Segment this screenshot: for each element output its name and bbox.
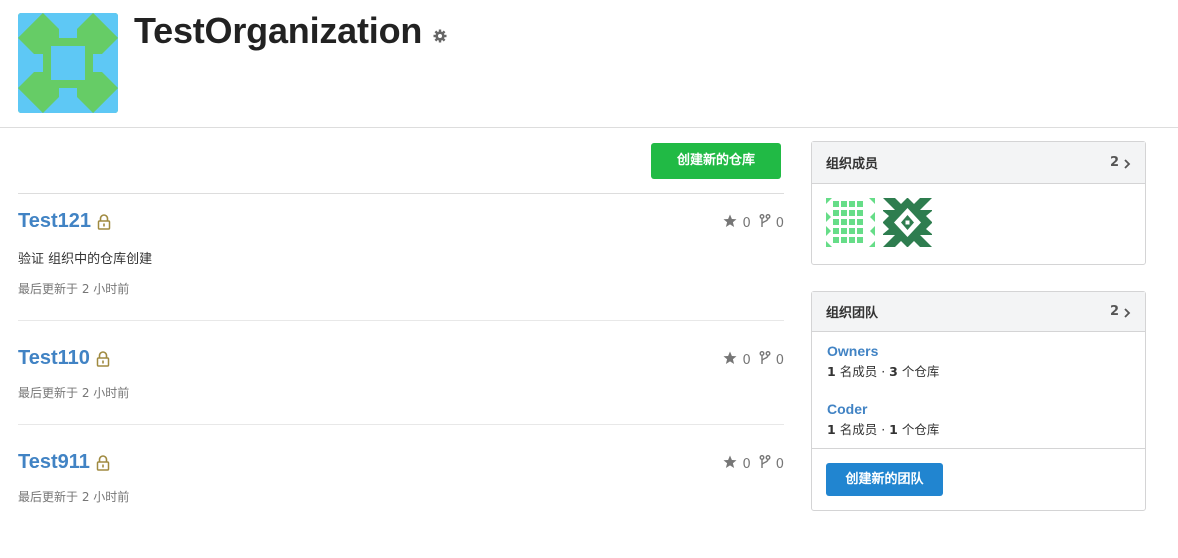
members-count-link[interactable]: 2 [1110, 155, 1131, 170]
star-icon [723, 455, 737, 473]
repo-item: Test911 0 0 最后更新于 2 小时前 [18, 425, 784, 529]
org-header: TestOrganization [0, 0, 1178, 128]
teams-panel-header[interactable]: 组织团队 2 [812, 292, 1145, 332]
members-panel-header[interactable]: 组织成员 2 [812, 142, 1145, 184]
repo-item: Test110 0 0 最后更新于 2 小时前 [18, 321, 784, 425]
repo-name-link[interactable]: Test110 [18, 347, 90, 370]
star-icon [723, 351, 737, 369]
members-panel: 组织成员 2 [811, 141, 1146, 265]
team-repos-label: 个仓库 [901, 364, 940, 379]
org-name: TestOrganization [134, 10, 423, 51]
teams-panel-footer: 创建新的团队 [812, 448, 1145, 510]
teams-count-link[interactable]: 2 [1110, 304, 1131, 319]
new-team-button[interactable]: 创建新的团队 [826, 463, 943, 496]
repo-name-row: Test110 [18, 347, 110, 370]
team-repos-label: 个仓库 [901, 422, 940, 437]
teams-count: 2 [1109, 304, 1119, 319]
member-avatar[interactable] [883, 198, 932, 247]
star-icon [723, 214, 737, 232]
repo-name-link[interactable]: Test911 [18, 451, 90, 474]
lock-icon [97, 213, 111, 230]
fork-count: 0 [775, 456, 784, 472]
team-meta: 1 名成员 · 3 个仓库 [827, 361, 1130, 380]
fork-count: 0 [775, 215, 784, 231]
team-meta-separator: · [881, 422, 886, 437]
members-panel-title: 组织成员 [826, 157, 879, 172]
gear-icon[interactable] [432, 28, 448, 44]
repo-name-row: Test911 [18, 451, 110, 474]
fork-count: 0 [775, 352, 784, 368]
identicon-avatar [883, 198, 932, 247]
members-count: 2 [1109, 155, 1119, 170]
members-avatars [812, 184, 1145, 261]
chevron-right-icon [1123, 158, 1131, 169]
team-item: Coder 1 名成员 · 1 个仓库 [812, 380, 1145, 448]
repo-updated-time: 最后更新于 2 小时前 [18, 386, 130, 400]
repo-stats: 0 0 [723, 214, 784, 232]
org-avatar [18, 13, 118, 113]
repo-description: 验证 组织中的仓库创建 [18, 252, 153, 267]
team-repos-count: 3 [889, 364, 898, 379]
star-count: 0 [742, 456, 751, 472]
fork-icon [759, 455, 771, 473]
team-meta: 1 名成员 · 1 个仓库 [827, 419, 1130, 438]
star-count: 0 [742, 352, 751, 368]
team-members-label: 名成员 [839, 364, 878, 379]
repo-list: Test121 0 0 验证 组织中的仓库创建 最后更新于 2 小时前 Test… [18, 193, 784, 529]
team-meta-separator: · [881, 364, 886, 379]
teams-panel: 组织团队 2 Owners 1 名成员 · 3 个仓库 Coder 1 名成员 … [811, 291, 1146, 511]
teams-panel-title: 组织团队 [826, 306, 879, 321]
new-repo-button[interactable]: 创建新的仓库 [651, 143, 781, 179]
chevron-right-icon [1123, 307, 1131, 318]
team-members-count: 1 [827, 364, 836, 379]
lock-icon [96, 350, 110, 367]
member-avatar[interactable] [826, 198, 875, 247]
repo-name-link[interactable]: Test121 [18, 210, 91, 233]
repo-name-row: Test121 [18, 210, 111, 233]
team-name-link[interactable]: Owners [827, 343, 1130, 359]
fork-icon [759, 351, 771, 369]
team-item: Owners 1 名成员 · 3 个仓库 [812, 332, 1145, 380]
star-count: 0 [742, 215, 751, 231]
identicon-avatar [826, 198, 875, 247]
repo-item: Test121 0 0 验证 组织中的仓库创建 最后更新于 2 小时前 [18, 194, 784, 321]
fork-icon [759, 214, 771, 232]
identicon-avatar [18, 13, 118, 113]
org-title-wrap: TestOrganization [134, 10, 448, 52]
team-members-label: 名成员 [839, 422, 878, 437]
team-members-count: 1 [827, 422, 836, 437]
team-name-link[interactable]: Coder [827, 401, 1130, 417]
repo-updated-time: 最后更新于 2 小时前 [18, 282, 130, 296]
repo-stats: 0 0 [723, 351, 784, 369]
team-repos-count: 1 [889, 422, 898, 437]
repo-stats: 0 0 [723, 455, 784, 473]
lock-icon [96, 454, 110, 471]
repo-updated-time: 最后更新于 2 小时前 [18, 490, 130, 504]
